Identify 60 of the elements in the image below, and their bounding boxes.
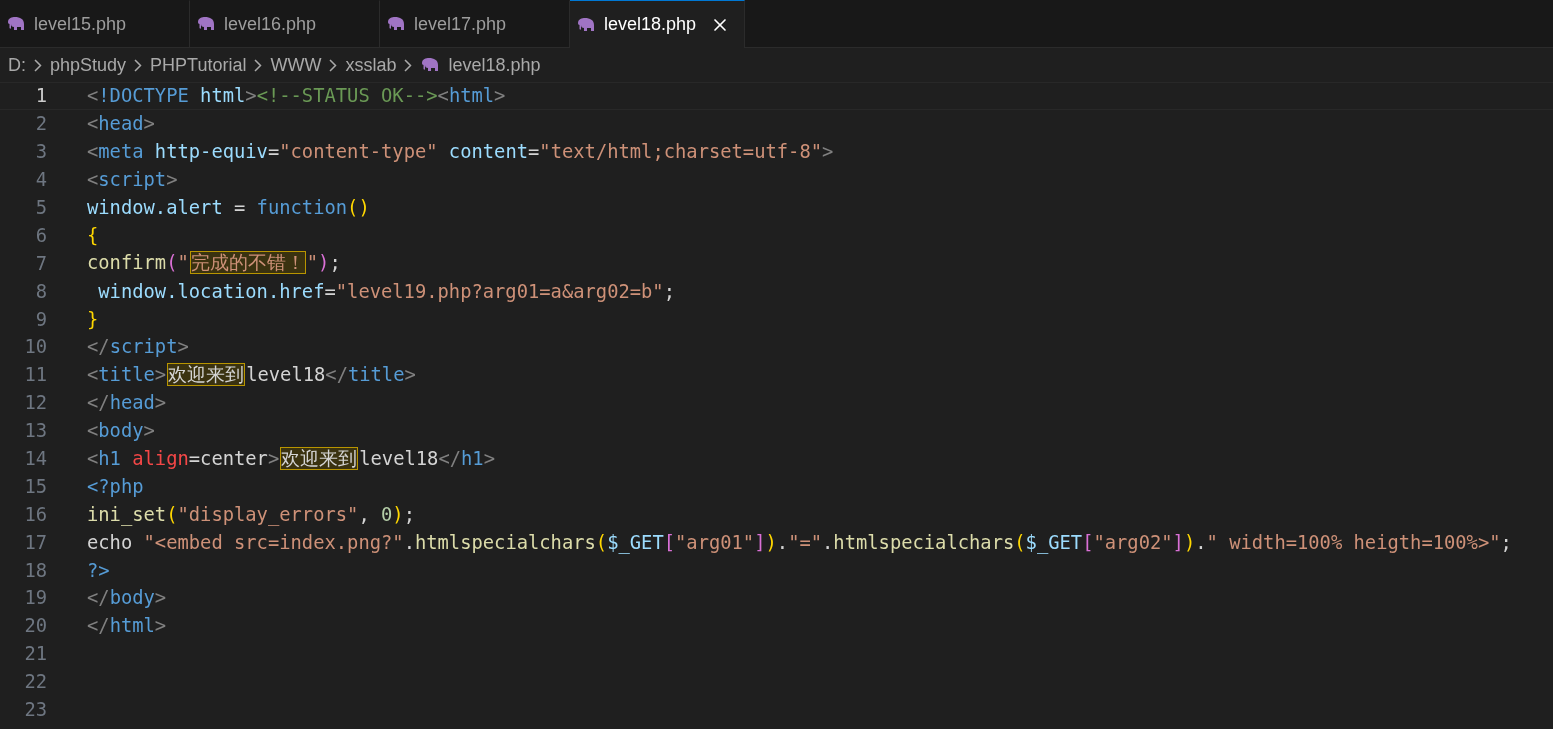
code-line: <head> [87,113,155,135]
line-number: 6 [34,224,47,246]
elephant-icon [576,16,596,33]
code-line: <h1 align=center>欢迎来到 level18</h1> [87,446,495,471]
elephant-icon [386,16,406,32]
code-line: ini_set("display_errors", 0); [87,503,415,525]
line-number: 19 [23,587,47,609]
breadcrumb-item[interactable]: phpStudy [50,54,127,76]
line-number: 5 [34,197,47,218]
line-number: 4 [34,169,47,191]
code-line: <meta http-equiv="content-type" content="text/html;charset=utf-8"> [87,141,834,163]
line-number: 14 [23,448,47,469]
chevron-icon [34,58,42,72]
chevron-icon [254,58,263,72]
line-number: 16 [23,503,47,525]
elephant-icon [420,57,441,73]
line-number: 9 [34,308,47,330]
breadcrumb-item[interactable]: level18.php [448,54,541,76]
line-number: 2 [34,113,47,135]
line-number: 18 [23,559,47,581]
code-line: <body> [87,420,155,442]
line-number: 21 [23,643,47,665]
line-number: 22 [23,671,47,693]
code-line: </body> [87,587,167,609]
chevron-icon [134,58,143,72]
code-line: <script> [87,169,178,191]
code-line: { [87,224,99,246]
elephant-icon [6,16,26,32]
line-number: 1 [34,85,47,107]
line-number: 8 [34,280,47,302]
chevron-icon [329,58,338,72]
code-line: ?> [87,559,110,581]
breadcrumb-item[interactable]: D: [8,54,26,76]
chevron-icon [404,58,413,72]
breadcrumb-item[interactable]: xsslab [345,54,397,76]
code-line: <title>欢迎来到 level18</title> [87,362,416,387]
line-number: 23 [23,699,47,721]
code-line: <!DOCTYPE html><!--STATUS OK--><html> [87,85,506,107]
code-line: } [87,308,99,330]
code-line: </script> [87,336,189,358]
elephant-icon [196,16,216,32]
line-number: 11 [23,364,47,386]
file-tab[interactable]: level18.php [570,0,746,48]
code-line: <?php [87,475,144,497]
breadcrumb-item[interactable]: PHPTutorial [150,54,247,76]
breadcrumb-item[interactable]: WWW [270,54,322,76]
line-number: 12 [23,392,47,414]
line-number: 17 [23,531,47,553]
line-number: 3 [34,141,47,163]
line-number: 15 [23,475,47,497]
code-line: </head> [87,392,167,414]
code-line: echo "<embed src=index.png?".htmlspecialchars($_GET["arg01"])."=".htmlspecialchars($_GET["arg02"])." width=100% heigth=100%>"; [87,531,1512,553]
code-line: window.alert = function() [87,197,370,218]
code-line: </html> [87,615,167,637]
code-line: window.location.href="level19.php?arg01=a&arg02=b"; [97,280,675,302]
line-number: 10 [23,336,47,358]
line-number: 20 [23,615,47,637]
code-line: confirm("完成的不错！"); [87,251,341,276]
line-number: 13 [23,420,47,442]
line-number: 7 [34,252,47,274]
